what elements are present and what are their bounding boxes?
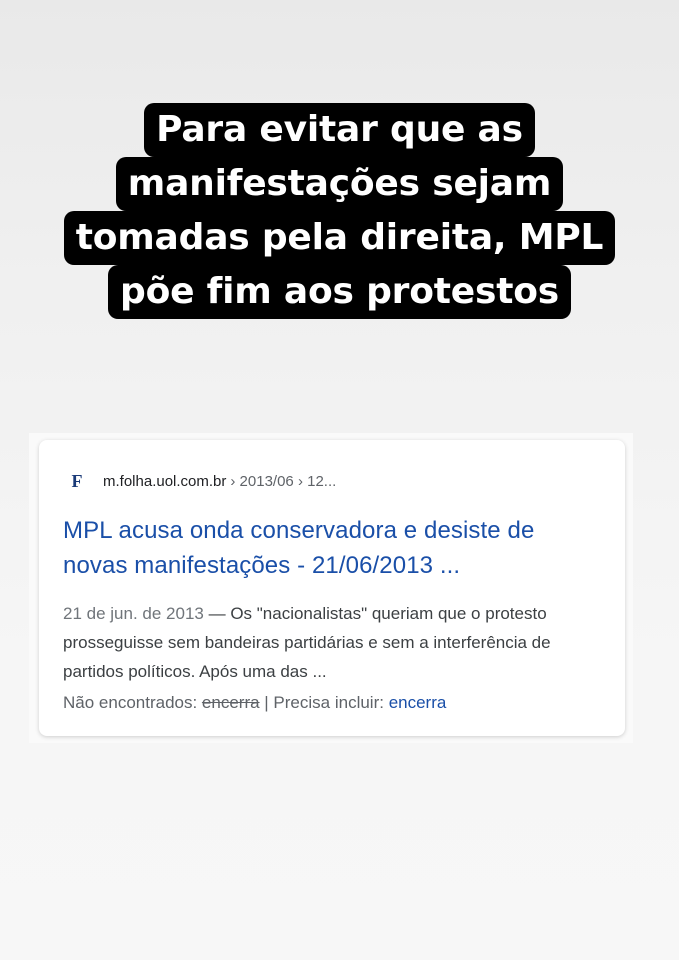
headline-text: tomadas pela direita, MPL <box>63 211 616 265</box>
story-screen: { "headline": { "lines": [ "Para evitar … <box>0 0 679 960</box>
result-title-link[interactable]: MPL acusa onda conservadora e desiste de… <box>63 513 603 583</box>
headline-line: põe fim aos protestos <box>0 265 679 319</box>
result-breadcrumb: › 2013/06 › 12... <box>230 472 337 490</box>
headline-line: Para evitar que as <box>0 103 679 157</box>
missing-label: Não encontrados: <box>63 693 202 712</box>
must-include-link[interactable]: encerra <box>389 693 447 712</box>
headline-text: Para evitar que as <box>144 103 535 157</box>
result-snippet: 21 de jun. de 2013 — Os "nacionalistas" … <box>63 599 608 686</box>
search-result-card: F m.folha.uol.com.br › 2013/06 › 12... M… <box>39 440 625 736</box>
missing-terms-row: Não encontrados: encerra | Precisa inclu… <box>63 693 446 713</box>
headline-text: manifestações sejam <box>115 157 564 211</box>
headline: Para evitar que as manifestações sejam t… <box>0 103 679 319</box>
missing-term: encerra <box>201 693 260 712</box>
must-include-label: | Precisa incluir: <box>259 693 389 712</box>
headline-line: tomadas pela direita, MPL <box>0 211 679 265</box>
folha-favicon-icon: F <box>71 470 83 491</box>
headline-text: põe fim aos protestos <box>108 265 571 319</box>
headline-line: manifestações sejam <box>0 157 679 211</box>
result-source[interactable]: F m.folha.uol.com.br › 2013/06 › 12... <box>67 470 337 491</box>
snippet-separator: — <box>203 604 231 623</box>
snippet-date: 21 de jun. de 2013 <box>63 604 204 623</box>
result-domain: m.folha.uol.com.br <box>103 472 227 490</box>
search-result-screenshot: F m.folha.uol.com.br › 2013/06 › 12... M… <box>29 433 633 743</box>
